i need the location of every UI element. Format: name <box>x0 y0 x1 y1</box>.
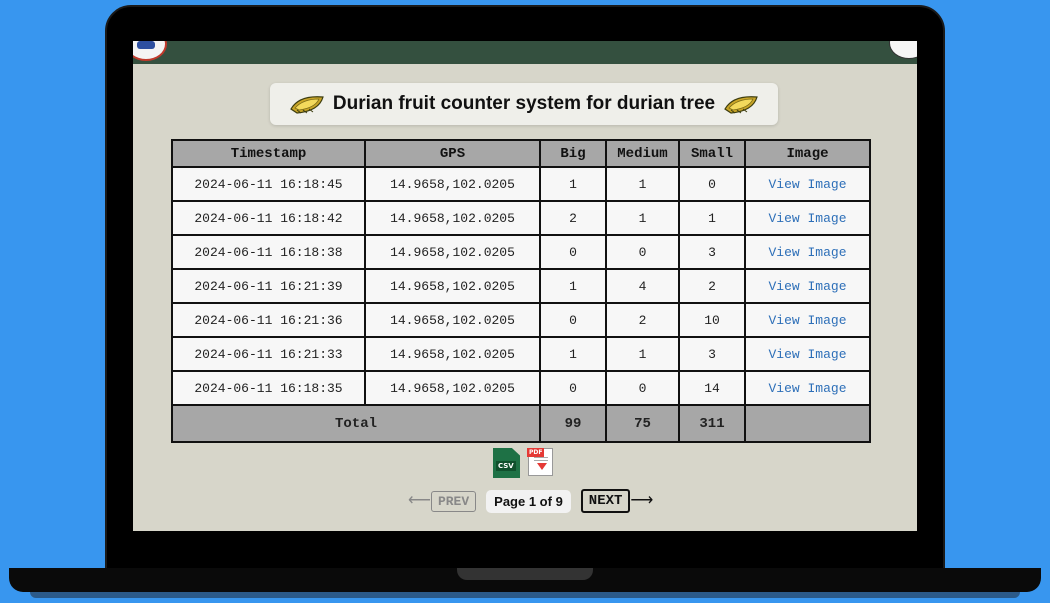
export-actions: CSV PDF <box>493 448 553 478</box>
pdf-download-icon[interactable]: PDF <box>527 448 553 476</box>
total-label: Total <box>171 404 541 443</box>
gps-cell: 14.9658,102.0205 <box>364 234 541 270</box>
column-header-gps[interactable]: GPS <box>364 139 541 168</box>
timestamp-cell: 2024-06-11 16:21:33 <box>171 336 366 372</box>
view-image-link[interactable]: View Image <box>744 200 871 236</box>
gps-cell: 14.9658,102.0205 <box>364 370 541 406</box>
table-row: 2024-06-11 16:21:33 14.9658,102.0205 1 1… <box>171 336 871 372</box>
top-navigation-bar <box>133 41 917 64</box>
table-row: 2024-06-11 16:18:35 14.9658,102.0205 0 0… <box>171 370 871 406</box>
big-count-cell: 0 <box>539 302 607 338</box>
gps-cell: 14.9658,102.0205 <box>364 166 541 202</box>
small-count-cell: 14 <box>678 370 746 406</box>
profile-avatar[interactable] <box>889 41 917 59</box>
small-count-cell: 0 <box>678 166 746 202</box>
laptop-base-shadow <box>30 592 1020 598</box>
csv-download-icon[interactable]: CSV <box>493 448 520 478</box>
small-count-cell: 1 <box>678 200 746 236</box>
column-header-big[interactable]: Big <box>539 139 607 168</box>
medium-count-cell: 4 <box>605 268 680 304</box>
next-button[interactable]: NEXT ⟶ <box>580 489 654 513</box>
durian-icon <box>724 96 758 114</box>
big-count-cell: 1 <box>539 268 607 304</box>
timestamp-cell: 2024-06-11 16:21:39 <box>171 268 366 304</box>
total-medium: 75 <box>605 404 680 443</box>
small-count-cell: 3 <box>678 234 746 270</box>
durian-icon <box>290 96 324 114</box>
medium-count-cell: 2 <box>605 302 680 338</box>
big-count-cell: 1 <box>539 336 607 372</box>
medium-count-cell: 1 <box>605 166 680 202</box>
timestamp-cell: 2024-06-11 16:18:35 <box>171 370 366 406</box>
big-count-cell: 0 <box>539 370 607 406</box>
university-logo[interactable] <box>133 41 167 61</box>
download-arrow-icon <box>537 463 547 470</box>
column-header-small[interactable]: Small <box>678 139 746 168</box>
column-header-medium[interactable]: Medium <box>605 139 680 168</box>
gps-cell: 14.9658,102.0205 <box>364 268 541 304</box>
table-row: 2024-06-11 16:18:45 14.9658,102.0205 1 1… <box>171 166 871 202</box>
small-count-cell: 3 <box>678 336 746 372</box>
medium-count-cell: 0 <box>605 370 680 406</box>
view-image-link[interactable]: View Image <box>744 370 871 406</box>
medium-count-cell: 1 <box>605 336 680 372</box>
medium-count-cell: 0 <box>605 234 680 270</box>
big-count-cell: 1 <box>539 166 607 202</box>
column-header-timestamp[interactable]: Timestamp <box>171 139 366 168</box>
view-image-link[interactable]: View Image <box>744 336 871 372</box>
next-label: NEXT <box>580 489 631 513</box>
arrow-right-icon: ⟶ <box>630 492 654 509</box>
gps-cell: 14.9658,102.0205 <box>364 200 541 236</box>
total-big: 99 <box>539 404 607 443</box>
gps-cell: 14.9658,102.0205 <box>364 336 541 372</box>
table-row: 2024-06-11 16:18:38 14.9658,102.0205 0 0… <box>171 234 871 270</box>
small-count-cell: 2 <box>678 268 746 304</box>
timestamp-cell: 2024-06-11 16:21:36 <box>171 302 366 338</box>
page-title-box: Durian fruit counter system for durian t… <box>270 83 778 125</box>
timestamp-cell: 2024-06-11 16:18:42 <box>171 200 366 236</box>
app-screen: Durian fruit counter system for durian t… <box>133 41 917 531</box>
total-empty-cell <box>744 404 871 443</box>
page-title: Durian fruit counter system for durian t… <box>332 93 716 114</box>
gps-cell: 14.9658,102.0205 <box>364 302 541 338</box>
prev-label: PREV <box>430 490 477 512</box>
total-row: Total 99 75 311 <box>171 404 871 443</box>
csv-label: CSV <box>496 461 516 471</box>
column-header-image: Image <box>744 139 871 168</box>
view-image-link[interactable]: View Image <box>744 302 871 338</box>
table-row: 2024-06-11 16:21:39 14.9658,102.0205 1 4… <box>171 268 871 304</box>
total-small: 311 <box>678 404 746 443</box>
table-row: 2024-06-11 16:18:42 14.9658,102.0205 2 1… <box>171 200 871 236</box>
laptop-notch <box>457 568 593 580</box>
pdf-line-decoration <box>534 460 548 461</box>
pdf-label: PDF <box>527 448 545 457</box>
pdf-line-decoration <box>534 457 548 458</box>
view-image-link[interactable]: View Image <box>744 166 871 202</box>
view-image-link[interactable]: View Image <box>744 234 871 270</box>
timestamp-cell: 2024-06-11 16:18:45 <box>171 166 366 202</box>
arrow-left-icon: ⟵ <box>408 492 431 509</box>
big-count-cell: 2 <box>539 200 607 236</box>
table-header-row: Timestamp GPS Big Medium Small Image <box>171 139 871 168</box>
pagination: ⟵ PREV Page 1 of 9 NEXT ⟶ <box>408 489 653 513</box>
big-count-cell: 0 <box>539 234 607 270</box>
table-row: 2024-06-11 16:21:36 14.9658,102.0205 0 2… <box>171 302 871 338</box>
page-indicator: Page 1 of 9 <box>486 489 571 513</box>
view-image-link[interactable]: View Image <box>744 268 871 304</box>
timestamp-cell: 2024-06-11 16:18:38 <box>171 234 366 270</box>
prev-button[interactable]: ⟵ PREV <box>408 489 477 513</box>
small-count-cell: 10 <box>678 302 746 338</box>
fruit-count-table: Timestamp GPS Big Medium Small Image 202… <box>171 139 871 443</box>
medium-count-cell: 1 <box>605 200 680 236</box>
